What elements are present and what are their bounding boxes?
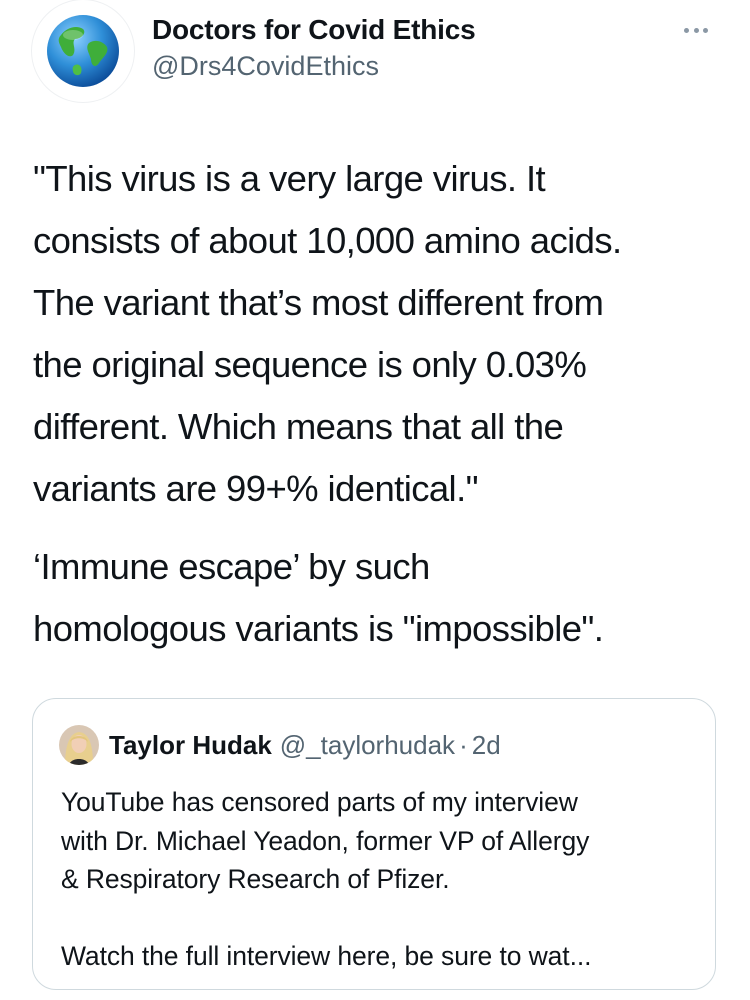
author-avatar[interactable] (32, 0, 134, 102)
tweet-paragraph: ‘Immune escape’ by such homologous varia… (33, 546, 604, 649)
globe-icon (47, 15, 119, 87)
tweet-text: "This virus is a very large virus. It co… (33, 148, 733, 660)
person-photo-icon (59, 725, 99, 765)
more-horizontal-icon[interactable] (676, 18, 716, 42)
separator-dot: · (459, 729, 468, 760)
tweet[interactable]: Doctors for Covid Ethics @Drs4CovidEthic… (0, 0, 750, 1000)
quoted-tweet-header: Taylor Hudak @_taylorhudak · 2d (59, 725, 501, 765)
quoted-tweet-timestamp[interactable]: 2d (472, 730, 501, 761)
more-dot (693, 27, 699, 33)
quoted-tweet-paragraph: Watch the full interview here, be sure t… (61, 940, 592, 971)
author-name[interactable]: Doctors for Covid Ethics (152, 14, 476, 46)
quoted-author-handle[interactable]: @_taylorhudak (280, 730, 455, 761)
quoted-tweet-text: YouTube has censored parts of my intervi… (61, 783, 701, 975)
quoted-tweet-paragraph: YouTube has censored parts of my intervi… (61, 787, 590, 894)
more-dot (684, 27, 689, 33)
quoted-author-avatar (59, 725, 99, 765)
quoted-author-name[interactable]: Taylor Hudak (109, 730, 272, 761)
tweet-paragraph: "This virus is a very large virus. It co… (33, 158, 622, 509)
more-dot (703, 27, 708, 33)
quoted-tweet[interactable]: Taylor Hudak @_taylorhudak · 2d YouTube … (32, 698, 716, 990)
author-handle[interactable]: @Drs4CovidEthics (152, 51, 379, 82)
